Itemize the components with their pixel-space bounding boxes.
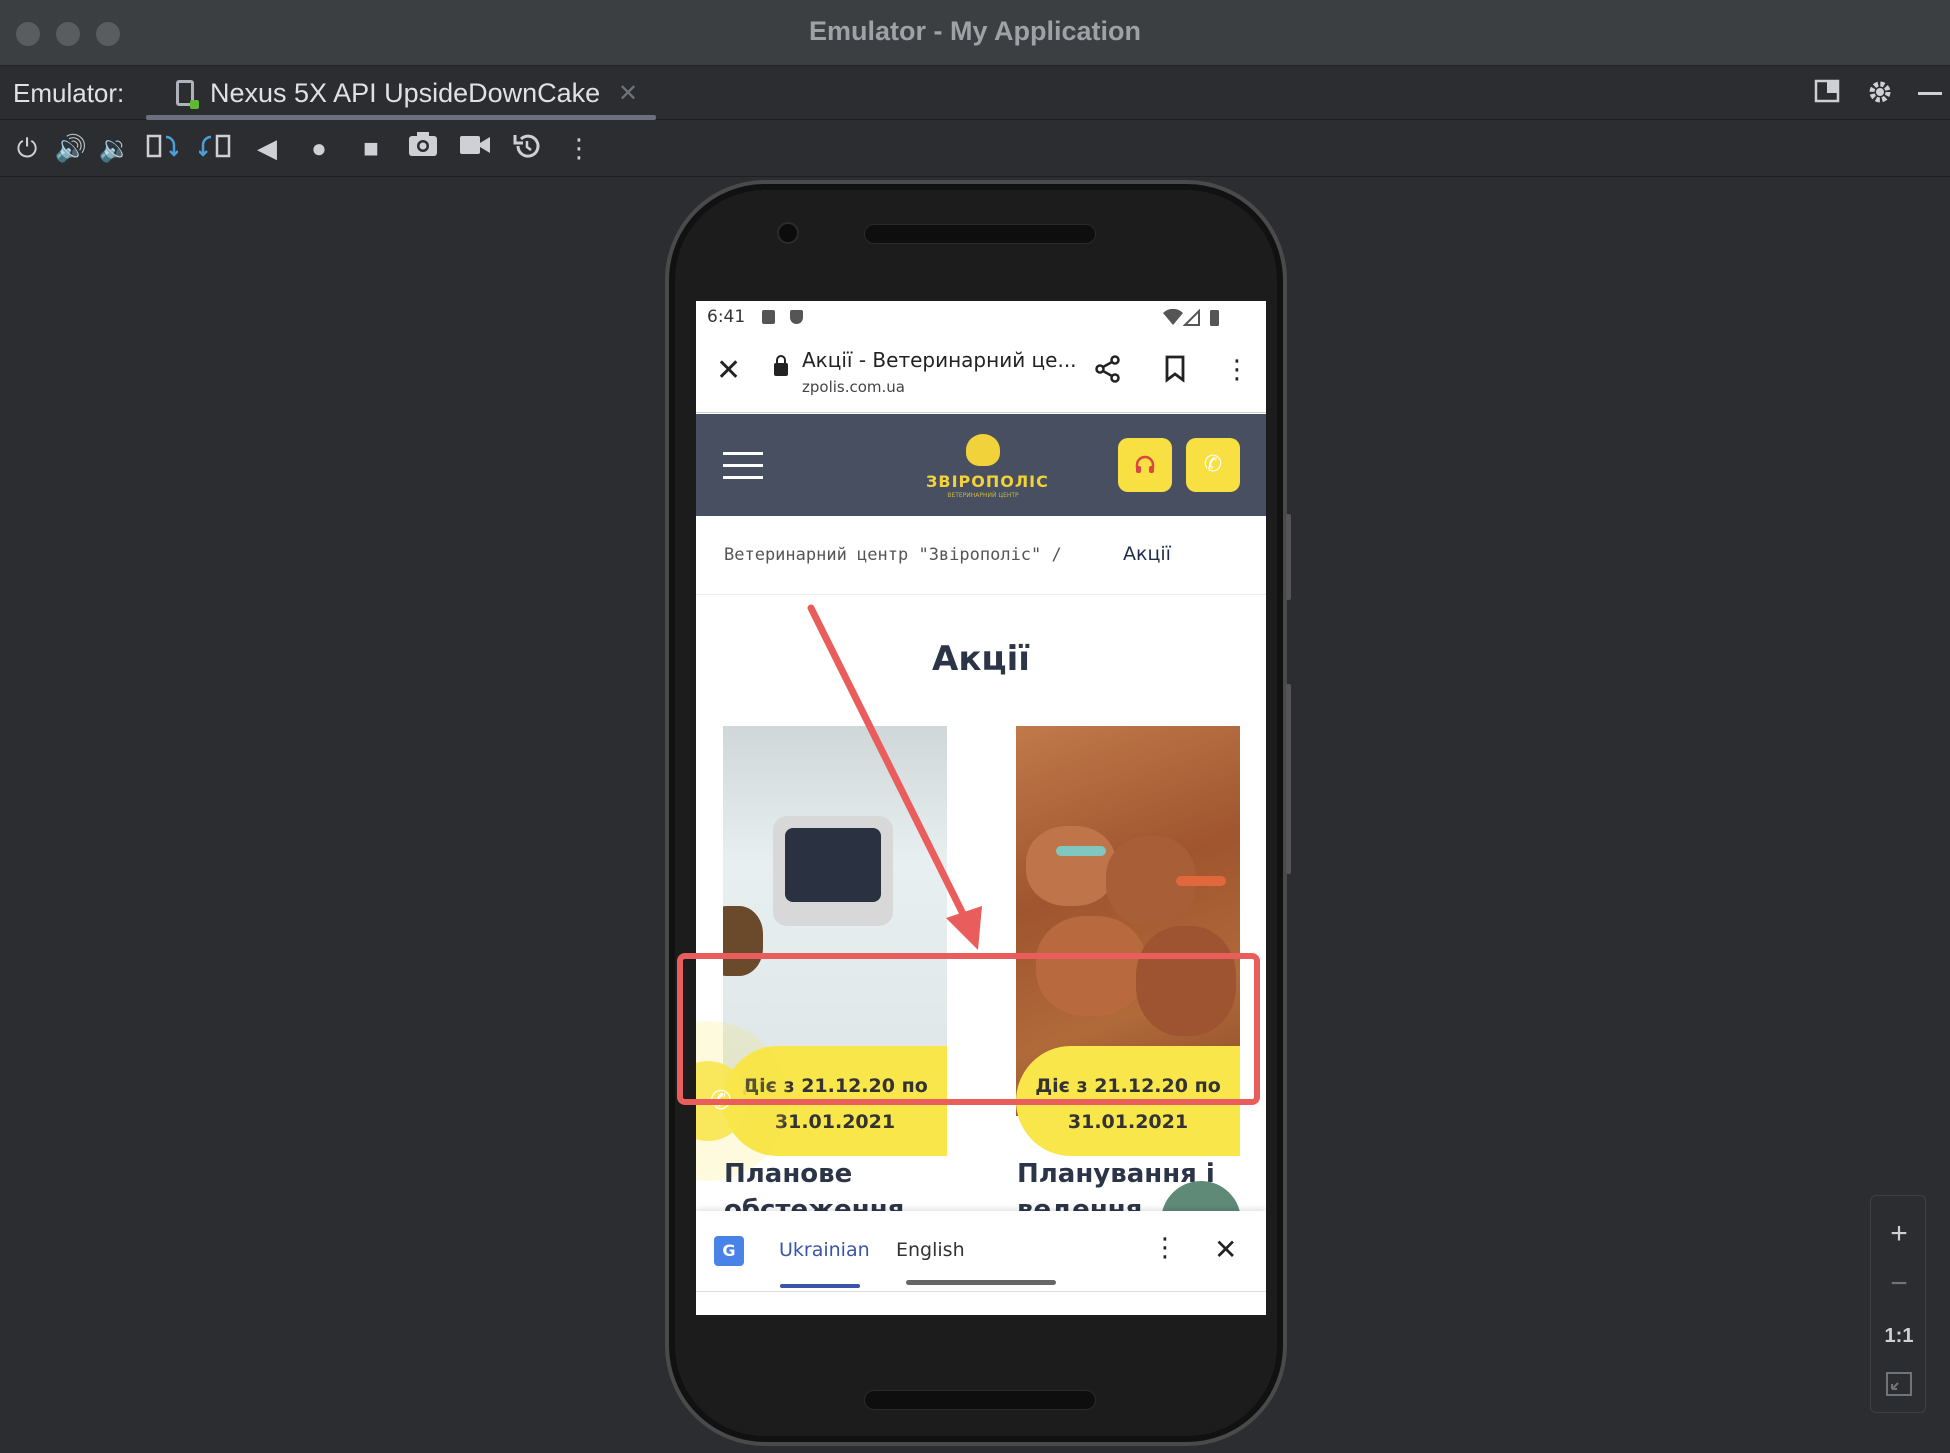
- tab-active-indicator: [146, 115, 656, 120]
- tab-bar: Emulator: Nexus 5X API UpsideDownCake ✕: [0, 66, 1950, 120]
- shield-icon: [790, 310, 803, 324]
- site-header: ЗВІРОПОЛІС ВЕТЕРИНАРНИЙ ЦЕНТР ✆: [696, 414, 1266, 516]
- phone-frame: 6:41 ✕ Акції - Ветеринарний це... zpolis…: [665, 180, 1291, 1446]
- screenshot-icon[interactable]: [406, 131, 440, 165]
- lock-icon[interactable]: [774, 355, 788, 376]
- overview-icon[interactable]: ■: [354, 131, 388, 165]
- rotate-left-icon[interactable]: [145, 131, 179, 165]
- bottom-speaker: [864, 1390, 1096, 1410]
- snapshot-icon[interactable]: [510, 131, 544, 165]
- side-volume-button[interactable]: [1286, 684, 1291, 874]
- volume-up-icon[interactable]: 🔊: [54, 131, 88, 165]
- page-heading: Акції: [932, 639, 1030, 679]
- card-title-line: Планове: [724, 1159, 853, 1189]
- status-bar: 6:41: [696, 301, 1266, 335]
- lang-ukrainian-tab[interactable]: Ukrainian: [779, 1239, 870, 1261]
- breadcrumb-home-link[interactable]: Ветеринарний центр "Звірополіс" /: [724, 545, 1062, 565]
- notification-a-icon: [762, 310, 775, 324]
- screen-record-icon[interactable]: [458, 131, 492, 165]
- volume-down-icon[interactable]: 🔉: [98, 131, 132, 165]
- home-icon[interactable]: ●: [302, 131, 336, 165]
- lang-active-indicator: [780, 1284, 860, 1288]
- site-logo-subtitle: ВЕТЕРИНАРНИЙ ЦЕНТР: [947, 492, 1019, 499]
- gesture-nav-handle[interactable]: [906, 1280, 1056, 1285]
- translate-more-icon[interactable]: ⋮: [1152, 1233, 1178, 1263]
- headset-support-button[interactable]: [1118, 438, 1172, 492]
- zoom-controls: + − 1:1: [1870, 1195, 1926, 1413]
- rotate-right-icon[interactable]: [198, 131, 232, 165]
- phone-screen: 6:41 ✕ Акції - Ветеринарний це... zpolis…: [696, 301, 1266, 1315]
- tab-nexus-5x[interactable]: Nexus 5X API UpsideDownCake ✕: [146, 66, 656, 120]
- browser-more-icon[interactable]: ⋮: [1224, 355, 1250, 385]
- tab-close-icon[interactable]: ✕: [618, 79, 638, 108]
- ultrasound-monitor-picture: [773, 816, 893, 926]
- signal-battery-icons: [1163, 309, 1219, 326]
- badge-end-date: 31.01.2021: [1067, 1111, 1189, 1133]
- tab-label: Nexus 5X API UpsideDownCake: [210, 78, 601, 108]
- translate-close-icon[interactable]: ✕: [1214, 1233, 1237, 1266]
- page-title-text[interactable]: Акції - Ветеринарний це...: [802, 348, 1077, 372]
- zoom-in-button[interactable]: +: [1871, 1212, 1927, 1256]
- site-logo-text[interactable]: ЗВІРОПОЛІС: [926, 472, 1048, 491]
- emulator-window: Emulator - My Application Emulator: Nexu…: [0, 0, 1950, 1453]
- layout-toggle-icon[interactable]: [1814, 78, 1840, 111]
- share-icon[interactable]: [1094, 355, 1122, 390]
- hamburger-menu-icon[interactable]: [723, 452, 763, 480]
- back-icon[interactable]: ◀: [250, 131, 284, 165]
- top-speaker: [864, 224, 1096, 244]
- badge-end-date: 31.01.2021: [774, 1111, 896, 1133]
- settings-gear-icon[interactable]: [1866, 78, 1894, 113]
- emulator-toolbar: ⏻ 🔊 🔉 ◀ ● ■ ⋮: [0, 121, 1950, 177]
- title-bar: Emulator - My Application: [0, 0, 1950, 66]
- emulator-label: Emulator:: [13, 78, 125, 108]
- front-camera: [777, 222, 799, 244]
- power-icon[interactable]: ⏻: [10, 131, 44, 165]
- zoom-actual-size-button[interactable]: 1:1: [1871, 1314, 1927, 1358]
- highlight-annotation-box: [677, 953, 1260, 1105]
- close-tab-icon[interactable]: ✕: [716, 353, 741, 388]
- divider: [696, 1291, 1266, 1292]
- more-options-icon[interactable]: ⋮: [562, 131, 596, 165]
- zoom-out-button[interactable]: −: [1871, 1262, 1927, 1306]
- device-icon: [176, 80, 199, 109]
- browser-toolbar: ✕ Акції - Ветеринарний це... zpolis.com.…: [696, 335, 1266, 413]
- zoom-fit-icon[interactable]: [1871, 1362, 1927, 1406]
- paw-logo-icon[interactable]: [966, 434, 1000, 466]
- side-power-button[interactable]: [1286, 514, 1291, 600]
- google-translate-icon: G: [714, 1236, 744, 1266]
- bookmark-icon[interactable]: [1164, 355, 1186, 390]
- breadcrumb-current: Акції: [1123, 543, 1171, 565]
- breadcrumb: Ветеринарний центр "Звірополіс" / Акції: [696, 517, 1266, 595]
- phone-call-button[interactable]: ✆: [1186, 438, 1240, 492]
- window-title: Emulator - My Application: [808, 16, 1141, 46]
- lang-english-tab[interactable]: English: [896, 1239, 965, 1261]
- minimize-panel-icon[interactable]: [1918, 92, 1942, 95]
- status-time: 6:41: [707, 307, 746, 327]
- page-url[interactable]: zpolis.com.ua: [802, 378, 905, 396]
- google-translate-bar: G Ukrainian English ⋮ ✕: [696, 1211, 1266, 1315]
